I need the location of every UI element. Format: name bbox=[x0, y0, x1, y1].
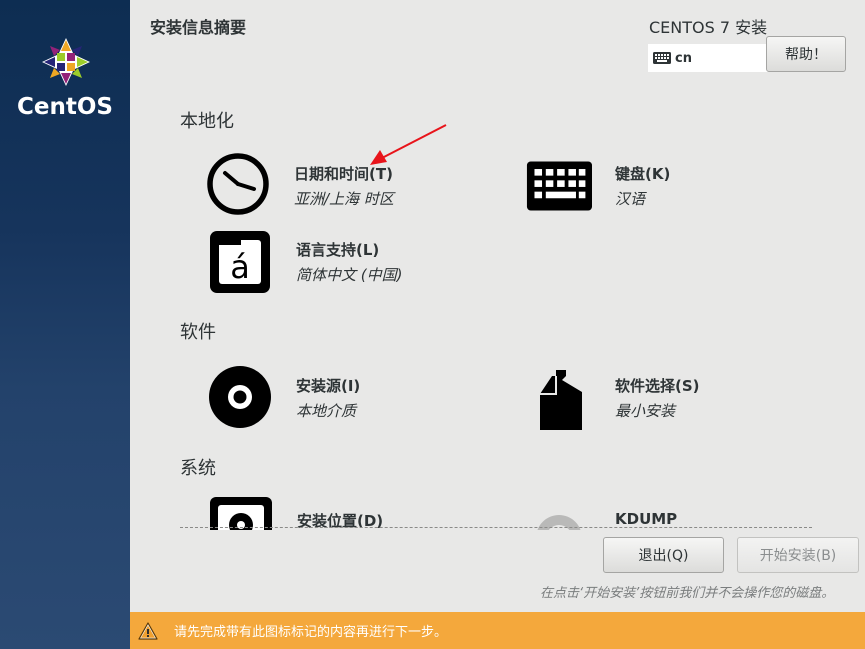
keyboard-layout-label: cn bbox=[675, 50, 692, 66]
warning-icon bbox=[138, 621, 158, 640]
disk-hint-text: 在点击‘开始安装’按钮前我们并不会操作您的磁盘。 bbox=[540, 586, 835, 601]
keyboard-icon bbox=[653, 52, 671, 64]
keyboard-icon bbox=[526, 161, 592, 211]
spoke-datetime-status: 亚洲/上海 时区 bbox=[294, 190, 394, 208]
annotation-arrow-icon bbox=[370, 124, 447, 165]
disc-icon bbox=[209, 366, 271, 428]
spoke-language-title: 语言支持(L) bbox=[296, 241, 380, 259]
help-button[interactable]: 帮助！ bbox=[766, 36, 846, 72]
spoke-install-source-status: 本地介质 bbox=[296, 402, 357, 420]
quit-button[interactable]: 退出(Q) bbox=[603, 537, 724, 573]
kdump-icon bbox=[537, 515, 581, 530]
brand-name: CentOS bbox=[17, 94, 113, 120]
spoke-language[interactable]: á 语言支持(L) 简体中文 (中国) bbox=[207, 229, 402, 295]
spoke-language-status: 简体中文 (中国) bbox=[296, 266, 403, 284]
warning-text: 请先完成带有此图标标记的内容再进行下一步。 bbox=[174, 625, 448, 640]
page-title: 安装信息摘要 bbox=[150, 18, 247, 37]
package-icon bbox=[540, 370, 582, 430]
centos-logo-icon bbox=[42, 38, 90, 86]
spoke-software-selection-status: 最小安装 bbox=[615, 402, 676, 420]
spoke-datetime[interactable]: 日期和时间(T) 亚洲/上海 时区 bbox=[205, 151, 394, 217]
spoke-keyboard-title: 键盘(K) bbox=[615, 165, 671, 183]
spoke-kdump[interactable]: KDUMP bbox=[526, 498, 677, 530]
section-localization: 本地化 bbox=[180, 111, 234, 132]
hub-scroll-area[interactable]: 本地化 日期和时间(T) 亚洲/上海 时区 键盘(K) 汉语 á 语言支持(L)… bbox=[130, 96, 865, 530]
section-software: 软件 bbox=[180, 322, 216, 343]
spoke-install-source[interactable]: 安装源(I) 本地介质 bbox=[207, 364, 360, 430]
harddrive-icon bbox=[210, 497, 272, 530]
spoke-divider bbox=[180, 527, 812, 528]
sidebar: CentOS bbox=[0, 0, 130, 649]
section-system: 系统 bbox=[180, 458, 216, 479]
spoke-keyboard[interactable]: 键盘(K) 汉语 bbox=[526, 153, 670, 219]
language-icon: á bbox=[210, 231, 270, 293]
spoke-kdump-title: KDUMP bbox=[615, 510, 678, 528]
begin-installation-button[interactable]: 开始安装(B) bbox=[737, 537, 859, 573]
spoke-software-selection-title: 软件选择(S) bbox=[615, 377, 700, 395]
spoke-software-selection[interactable]: 软件选择(S) 最小安装 bbox=[526, 364, 700, 430]
keyboard-layout-indicator[interactable]: cn bbox=[648, 44, 768, 72]
svg-text:á: á bbox=[230, 248, 250, 286]
product-title: CENTOS 7 安装 bbox=[649, 18, 768, 37]
spoke-install-destination[interactable]: 安装位置(D) bbox=[208, 496, 383, 530]
spoke-install-source-title: 安装源(I) bbox=[296, 377, 361, 395]
spoke-keyboard-status: 汉语 bbox=[615, 190, 646, 208]
clock-icon bbox=[207, 153, 269, 215]
warning-bar: 请先完成带有此图标标记的内容再进行下一步。 bbox=[130, 612, 865, 649]
